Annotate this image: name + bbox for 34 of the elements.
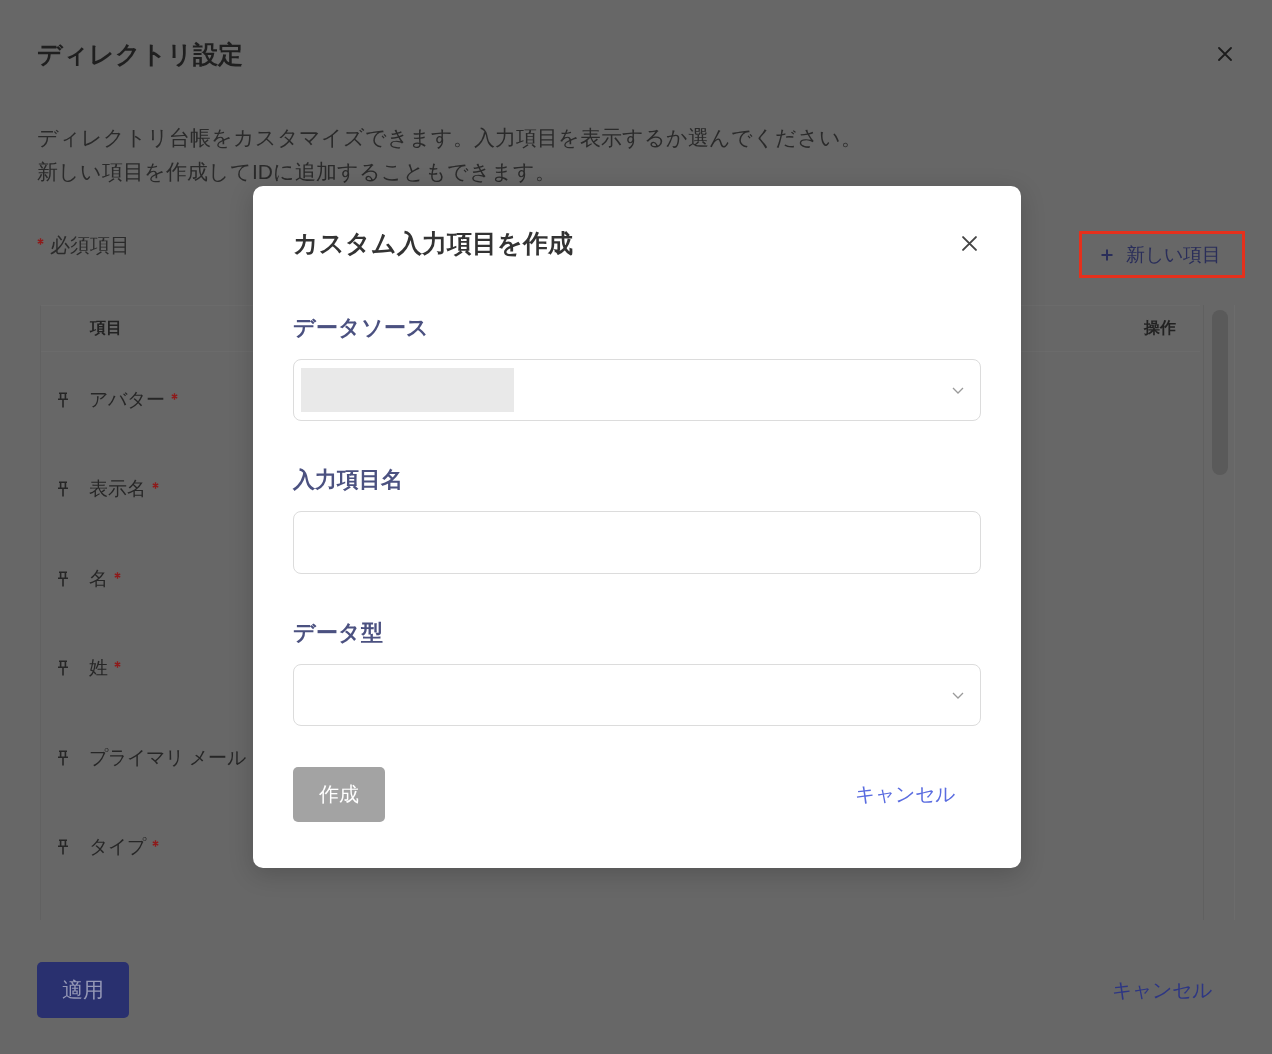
description-text: ディレクトリ台帳をカスタマイズできます。入力項目を表示するか選んでください。: [37, 125, 862, 151]
dialog-title: カスタム入力項目を作成: [293, 228, 573, 259]
chevron-down-icon: [952, 386, 964, 394]
new-item-button[interactable]: 新しい項目: [1079, 231, 1245, 278]
field-label: データソース: [293, 314, 429, 342]
pin-icon[interactable]: [57, 839, 69, 856]
chevron-down-icon: [952, 691, 964, 699]
field-label: データ型: [293, 619, 383, 647]
field-name: 表示名: [89, 477, 146, 502]
cancel-link[interactable]: キャンセル: [1112, 976, 1212, 1004]
pin-icon[interactable]: [57, 481, 69, 498]
pin-icon[interactable]: [57, 391, 69, 408]
field-label: 入力項目名: [293, 466, 403, 494]
page-title: ディレクトリ設定: [37, 39, 243, 70]
column-header: 項目: [90, 318, 122, 338]
input-field[interactable]: [293, 511, 981, 574]
column-header: 操作: [1144, 318, 1176, 338]
field-name: プライマリ メール: [89, 745, 247, 770]
cancel-link[interactable]: キャンセル: [855, 781, 955, 808]
pin-icon[interactable]: [57, 660, 69, 677]
field-name: アバター: [89, 387, 165, 412]
pin-icon[interactable]: [57, 749, 69, 766]
pin-icon[interactable]: [57, 570, 69, 587]
required-asterisk-icon: [37, 238, 44, 245]
select-field[interactable]: [293, 664, 981, 726]
select-field[interactable]: [293, 359, 981, 421]
field-name: 名: [89, 566, 108, 591]
apply-button[interactable]: 適用: [37, 962, 129, 1018]
field-name: タイプ: [89, 835, 146, 860]
field-name: 姓: [89, 656, 108, 681]
plus-icon: [1101, 248, 1113, 261]
close-icon[interactable]: [962, 235, 977, 251]
required-note-label: 必須項目: [50, 233, 130, 258]
description-text: 新しい項目を作成してIDに追加することもできます。: [37, 159, 556, 185]
